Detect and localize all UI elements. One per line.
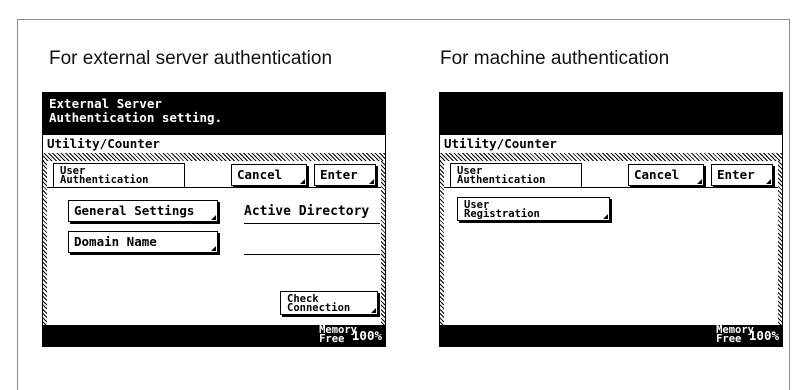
status-footer: Memory Free 100% [440, 325, 782, 346]
cancel-button[interactable]: Cancel [231, 164, 307, 186]
message-bar: External Server Authentication setting. [43, 93, 385, 135]
left-caption: For external server authentication [49, 48, 333, 69]
machine-auth-screen: Utility/Counter User Authentication Canc… [439, 92, 783, 347]
enter-button[interactable]: Enter [711, 164, 773, 186]
right-caption: For machine authentication [440, 48, 670, 69]
domain-name-label: Domain Name [74, 234, 157, 249]
screen-content: User Authentication Cancel Enter User Re… [444, 161, 778, 327]
check-line-2: Connection [287, 302, 351, 314]
memory-free-value: 100% [748, 328, 779, 343]
tab-user-authentication[interactable]: User Authentication [53, 163, 185, 188]
general-settings-label: General Settings [74, 203, 195, 218]
breadcrumb: Utility/Counter [444, 136, 557, 151]
message-line-2: Authentication setting. [49, 110, 223, 125]
tab-divider [47, 187, 381, 188]
cancel-button[interactable]: Cancel [628, 164, 704, 186]
breadcrumb: Utility/Counter [47, 136, 160, 151]
memory-free-value: 100% [351, 328, 382, 343]
enter-button[interactable]: Enter [314, 164, 376, 186]
tab-divider [444, 187, 778, 188]
hatch-band [43, 153, 385, 161]
tab-line-2: Authentication [60, 174, 149, 186]
message-line-1: External Server [49, 96, 162, 111]
message-bar [440, 93, 782, 135]
tab-line-2: Authentication [457, 174, 546, 186]
user-registration-button[interactable]: User Registration [457, 197, 610, 221]
registration-line-2: Registration [464, 208, 540, 220]
general-settings-button[interactable]: General Settings [68, 200, 218, 222]
status-footer: Memory Free 100% [43, 325, 385, 346]
cancel-label: Cancel [237, 167, 283, 182]
general-settings-value: Active Directory [244, 204, 370, 219]
screen-content: User Authentication Cancel Enter General… [47, 161, 381, 327]
tab-user-authentication[interactable]: User Authentication [450, 163, 582, 188]
enter-label: Enter [320, 167, 358, 182]
enter-label: Enter [717, 167, 755, 182]
hatch-right [778, 161, 782, 327]
hatch-right [381, 161, 385, 327]
external-auth-screen: External Server Authentication setting. … [42, 92, 386, 347]
domain-name-underline [244, 254, 380, 255]
cancel-label: Cancel [634, 167, 680, 182]
check-connection-button[interactable]: Check Connection [280, 291, 378, 315]
domain-name-button[interactable]: Domain Name [68, 231, 218, 253]
hatch-band [440, 153, 782, 161]
general-settings-underline [244, 223, 380, 224]
